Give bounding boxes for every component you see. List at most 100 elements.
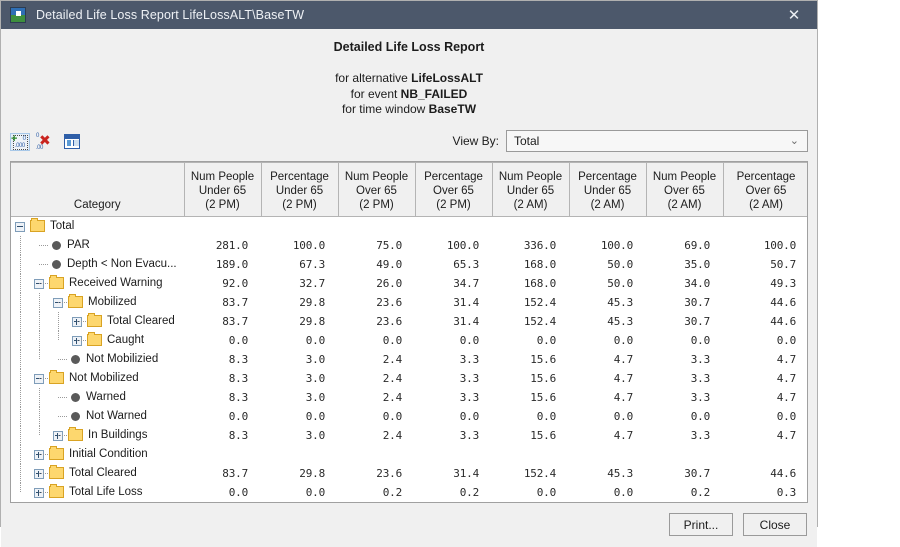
cell-value: 31.4 [453, 314, 479, 328]
print-button[interactable]: Print... [669, 513, 733, 536]
cell-value [338, 216, 415, 236]
close-icon[interactable]: ✕ [771, 1, 817, 29]
tree-cell[interactable]: Depth < Non Evacu... [11, 254, 184, 274]
header-line-1: Num People [190, 170, 255, 183]
table-row[interactable]: Initial Condition [11, 444, 807, 464]
tree-cell[interactable]: Warned [11, 387, 184, 407]
table-row[interactable]: Total Cleared 83.7 29.8 23.6 31.4 152.4 45.3 30… [11, 463, 807, 483]
tree-node-label: Total Cleared [69, 467, 137, 479]
header-line-2: Over 65 [433, 184, 474, 197]
tree-cell[interactable]: Not Mobilized [11, 368, 184, 388]
column-header-8[interactable]: Percentage Over 65 (2 AM) [722, 161, 807, 217]
table-row[interactable]: Caught 0.0 0.0 0.0 0.0 0.0 0.0 0.0 0.0 [11, 330, 807, 350]
tree-toggle-minus[interactable] [49, 293, 68, 312]
header-line-2: Under 65 [198, 184, 247, 197]
event-value: NB_FAILED [400, 86, 468, 101]
tree-toggle-plus[interactable] [49, 426, 68, 445]
tree-toggle-plus[interactable] [30, 464, 49, 483]
folder-icon [49, 465, 64, 479]
report-table-panel[interactable]: Category Num People Under 65 (2 PM) Percenta… [10, 160, 808, 503]
cell-value: 30.7 [684, 466, 710, 480]
cell-value: 3.3 [459, 371, 479, 385]
table-row[interactable]: Received Warning 92.0 32.7 26.0 34.7 168.0 50.… [11, 273, 807, 293]
table-row[interactable]: In Buildings 8.3 3.0 2.4 3.3 15.6 4.7 3.3 4.7 [11, 425, 807, 445]
tree-toggle-minus[interactable] [30, 274, 49, 293]
column-header-0[interactable]: Category [11, 161, 185, 217]
table-row[interactable]: Warned 8.3 3.0 2.4 3.3 15.6 4.7 3.3 4.7 [11, 387, 807, 407]
cell-value: 0.0 [613, 409, 633, 423]
cell-value: 67.3 [299, 257, 325, 271]
cell-value: 0.2 [690, 485, 710, 499]
cell-value: 34.0 [684, 276, 710, 290]
tree-cell[interactable]: Total Cleared [11, 311, 184, 331]
tree-cell[interactable]: Caught [11, 330, 184, 350]
cell-value: 8.3 [228, 428, 248, 442]
tree-cell[interactable]: Initial Condition [11, 444, 184, 464]
table-row[interactable]: Total Cleared 83.7 29.8 23.6 31.4 152.4 45.3 30… [11, 311, 807, 331]
tree-node-label: Mobilized [88, 296, 137, 308]
tree-guide [30, 349, 49, 369]
tree-toggle-minus[interactable] [30, 369, 49, 388]
cell-value: 3.3 [690, 390, 710, 404]
cell-value: 44.6 [770, 466, 796, 480]
column-header-3[interactable]: Num People Over 65 (2 PM) [337, 161, 416, 217]
column-header-6[interactable]: Percentage Under 65 (2 AM) [568, 161, 647, 217]
table-row[interactable]: Total [11, 216, 807, 236]
tree-cell[interactable]: Received Warning [11, 273, 184, 293]
bullet-icon [52, 240, 61, 250]
tree-toggle-plus[interactable] [68, 331, 87, 350]
tree-guide [11, 330, 30, 350]
cell-value: 8.3 [228, 390, 248, 404]
cell-value: 100.0 [292, 238, 325, 252]
report-title: Detailed Life Loss Report [333, 40, 485, 54]
tree-node-label: PAR [67, 239, 90, 251]
table-row[interactable]: Total Life Loss 0.0 0.0 0.2 0.2 0.0 0.0 0.2 0.3 [11, 482, 807, 502]
column-header-2[interactable]: Percentage Under 65 (2 PM) [260, 161, 339, 217]
cell-value: 75.0 [376, 238, 402, 252]
table-row[interactable]: Not Mobilized 8.3 3.0 2.4 3.3 15.6 4.7 3.3 4.7 [11, 368, 807, 388]
cell-value: 0.0 [305, 333, 325, 347]
table-row[interactable]: Depth < Non Evacu... 189.0 67.3 49.0 65.3 168… [11, 254, 807, 274]
header-line-3: (2 PM) [205, 198, 240, 211]
close-button[interactable]: Close [743, 513, 807, 536]
table-row[interactable]: Not Mobilizied 8.3 3.0 2.4 3.3 15.6 4.7 3.3 4.7 [11, 349, 807, 369]
viewby-select[interactable]: Total ⌄ [506, 129, 808, 152]
window-titlebar[interactable]: Detailed Life Loss Report LifeLossALT\Ba… [1, 1, 817, 29]
cell-value: 83.7 [222, 466, 248, 480]
table-row[interactable]: PAR 281.0 100.0 75.0 100.0 336.0 100.0 69.0 100.… [11, 235, 807, 255]
tree-cell[interactable]: In Buildings [11, 425, 184, 445]
event-line: for event NB_FAILED [10, 87, 808, 103]
tree-toggle-plus[interactable] [30, 483, 49, 502]
column-header-7[interactable]: Num People Over 65 (2 AM) [645, 161, 724, 217]
cell-value: 4.7 [613, 371, 633, 385]
tree-cell[interactable]: Total Life Loss [11, 482, 184, 502]
cell-value: 152.4 [523, 314, 556, 328]
cell-value: 4.7 [613, 390, 633, 404]
tree-guide [11, 387, 30, 407]
tree-toggle-minus[interactable] [11, 217, 30, 236]
report-table: Category Num People Under 65 (2 PM) Percenta… [11, 161, 807, 502]
tree-cell[interactable]: Not Mobilizied [11, 349, 184, 369]
cell-value: 15.6 [530, 390, 556, 404]
add-decimal-icon[interactable]: 0.000 + [10, 132, 30, 151]
tree-toggle-plus[interactable] [30, 445, 49, 464]
cell-value: 100.0 [446, 238, 479, 252]
tree-toggle-plus[interactable] [68, 312, 87, 331]
table-row[interactable]: Mobilized 83.7 29.8 23.6 31.4 152.4 45.3 30.7 44… [11, 292, 807, 312]
tree-node-label: Caught [107, 334, 145, 346]
cell-value: 50.7 [770, 257, 796, 271]
tree-cell[interactable]: Total [11, 216, 184, 236]
column-header-5[interactable]: Num People Under 65 (2 AM) [491, 161, 570, 217]
cell-value: 92.0 [222, 276, 248, 290]
tree-cell[interactable]: PAR [11, 235, 184, 255]
tree-cell[interactable]: Not Warned [11, 406, 184, 426]
table-row[interactable]: Not Warned 0.0 0.0 0.0 0.0 0.0 0.0 0.0 0.0 [11, 406, 807, 426]
cell-value: 4.7 [776, 371, 796, 385]
column-header-1[interactable]: Num People Under 65 (2 PM) [183, 161, 262, 217]
tree-cell[interactable]: Mobilized [11, 292, 184, 312]
column-header-4[interactable]: Percentage Over 65 (2 PM) [414, 161, 493, 217]
columns-icon[interactable] [62, 133, 82, 151]
cell-value: 4.7 [776, 390, 796, 404]
tree-cell[interactable]: Total Cleared [11, 463, 184, 483]
remove-decimal-icon[interactable]: 0 ✖ .00 [36, 133, 56, 151]
